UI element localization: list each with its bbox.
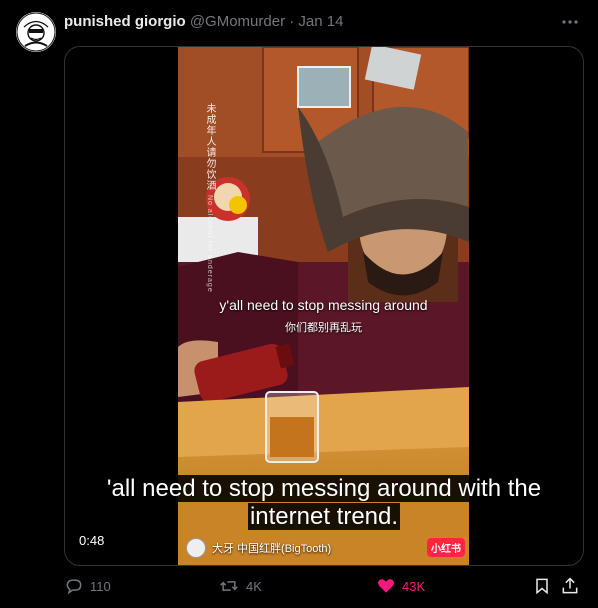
side-watermark: 未成年人请勿饮酒 No alcohol for underage bbox=[202, 103, 217, 293]
avatar-image bbox=[16, 12, 56, 52]
repost-button[interactable]: 4K bbox=[218, 574, 262, 598]
avatar[interactable] bbox=[16, 12, 56, 52]
video-credit: 大牙 中国红胖(BigTooth) bbox=[186, 537, 331, 559]
reply-icon bbox=[66, 579, 82, 595]
repost-icon bbox=[220, 581, 238, 591]
display-name[interactable]: punished giorgio bbox=[64, 13, 186, 30]
bookmark-button[interactable] bbox=[532, 574, 558, 598]
subtitle-line-2: internet trend. bbox=[247, 503, 401, 530]
post-date[interactable]: Jan 14 bbox=[298, 13, 343, 30]
subtitle-line-1-container: 'all need to stop messing around with th… bbox=[65, 475, 583, 503]
bookmark-icon bbox=[536, 578, 548, 595]
more-icon bbox=[562, 20, 578, 24]
video-timestamp: 0:48 bbox=[79, 533, 105, 548]
repost-count: 4K bbox=[246, 578, 262, 594]
credit-avatar-icon bbox=[186, 538, 206, 558]
side-watermark-text: 未成年人请勿饮酒 bbox=[204, 103, 215, 191]
like-button[interactable]: 43K bbox=[376, 574, 425, 598]
in-video-caption-english: y'all need to stop messing around bbox=[219, 297, 428, 313]
video-player[interactable]: 未成年人请勿饮酒 No alcohol for underage y'all n… bbox=[64, 46, 584, 566]
side-watermark-subtext: No alcohol for underage bbox=[206, 194, 213, 293]
header-separator: · bbox=[289, 13, 295, 30]
reply-button[interactable]: 110 bbox=[64, 574, 111, 598]
like-count: 43K bbox=[402, 578, 426, 594]
share-icon bbox=[562, 577, 578, 594]
post-header: punished giorgio @GMomurder · Jan 14 bbox=[64, 12, 343, 32]
reply-count: 110 bbox=[90, 578, 111, 594]
in-video-caption-chinese: 你们都别再乱玩 bbox=[285, 322, 362, 334]
like-icon bbox=[378, 579, 394, 593]
action-bar: 110 4K 43K bbox=[64, 574, 582, 598]
credit-text: 大牙 中国红胖(BigTooth) bbox=[212, 543, 332, 555]
subtitle-line-1: 'all need to stop messing around with th… bbox=[104, 475, 544, 502]
platform-badge: 小红书 bbox=[427, 538, 465, 557]
subtitle-line-2-container: internet trend. bbox=[65, 503, 583, 531]
share-button[interactable] bbox=[560, 574, 586, 598]
more-button[interactable] bbox=[558, 12, 582, 32]
user-handle[interactable]: @GMomurder bbox=[190, 13, 285, 30]
